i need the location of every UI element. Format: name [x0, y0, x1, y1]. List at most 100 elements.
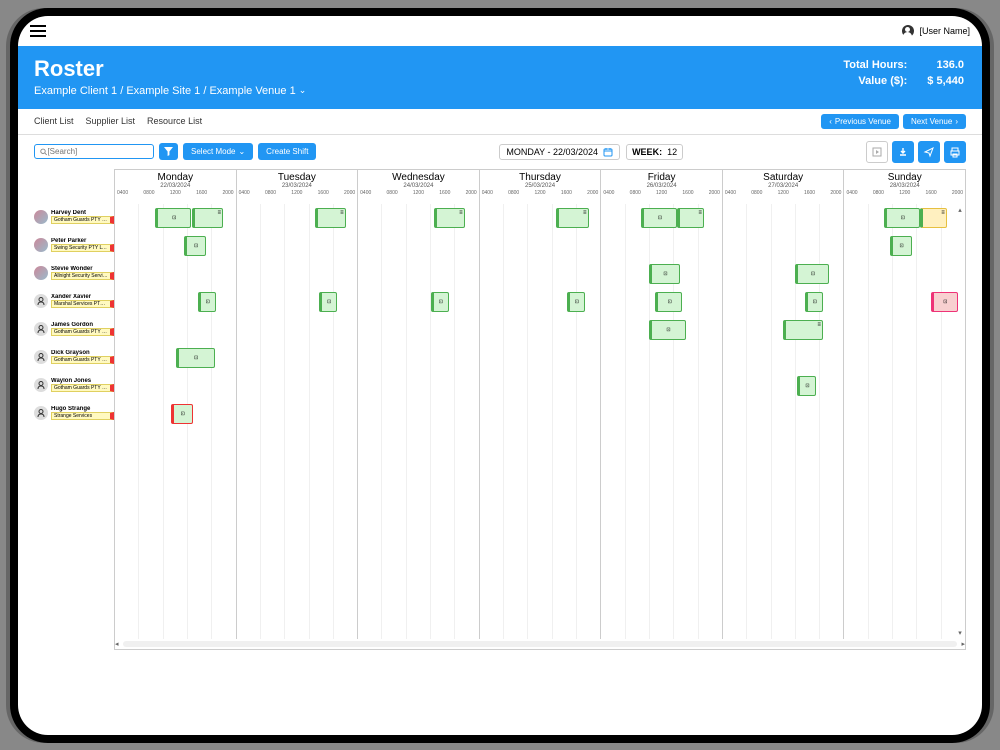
scroll-up-icon: ▴: [958, 206, 962, 214]
tab-resource-list[interactable]: Resource List: [147, 116, 202, 126]
calendar-icon: [603, 147, 613, 157]
shift-block[interactable]: ⊡: [171, 404, 193, 424]
avatar: [34, 238, 48, 252]
hamburger-icon[interactable]: [30, 25, 46, 37]
shift-block[interactable]: ⊡: [805, 292, 823, 312]
download-button[interactable]: [892, 141, 914, 163]
avatar: [34, 322, 48, 336]
subnav-tabs: Client List Supplier List Resource List: [34, 116, 202, 126]
shift-block[interactable]: ≡: [556, 208, 589, 228]
shift-block[interactable]: ⊡: [797, 376, 815, 396]
toolbar: Select Mode ⌄ Create Shift MONDAY - 22/0…: [18, 135, 982, 169]
user-avatar-icon: [902, 25, 914, 37]
shift-block[interactable]: ⊡: [884, 208, 920, 228]
schedule-area[interactable]: Monday22/03/202404000800120016002000Tues…: [114, 169, 966, 650]
avatar: [34, 406, 48, 420]
select-mode-button[interactable]: Select Mode ⌄: [183, 143, 253, 160]
week-picker[interactable]: WEEK: 12: [626, 144, 683, 160]
app-screen: [User Name] Roster Example Client 1 / Ex…: [18, 16, 982, 735]
shift-block[interactable]: ≡: [783, 320, 823, 340]
download-icon: [897, 146, 909, 158]
shift-block[interactable]: ⊡: [567, 292, 585, 312]
breadcrumb[interactable]: Example Client 1 / Example Site 1 / Exam…: [34, 85, 306, 97]
vertical-scrollbar[interactable]: ▴▾: [955, 204, 965, 639]
page-title: Roster: [34, 56, 306, 82]
filter-button[interactable]: [159, 143, 178, 160]
day-header: Thursday25/03/202404000800120016002000: [480, 170, 602, 204]
avatar: [34, 350, 48, 364]
resource-row[interactable]: Xander XavierMarshal Services PTY LTD: [34, 287, 114, 315]
tab-supplier-list[interactable]: Supplier List: [86, 116, 136, 126]
shift-block[interactable]: ⊡: [319, 292, 337, 312]
day-header: Tuesday23/03/202404000800120016002000: [237, 170, 359, 204]
shift-block[interactable]: ⊡: [198, 292, 216, 312]
resource-row[interactable]: Harvey DentGotham Guards PTY LTD: [34, 203, 114, 231]
horizontal-scrollbar[interactable]: ◂ ▸: [115, 639, 965, 649]
subnav: Client List Supplier List Resource List …: [18, 109, 982, 135]
resource-company: Gotham Guards PTY LTD: [51, 356, 114, 364]
user-name: [User Name]: [919, 26, 970, 36]
resource-row[interactable]: Peter ParkerSwing Security PTY LTD: [34, 231, 114, 259]
send-button[interactable]: [918, 141, 940, 163]
shift-block[interactable]: ⊡: [184, 236, 206, 256]
day-header: Wednesday24/03/202404000800120016002000: [358, 170, 480, 204]
shift-block[interactable]: ≡: [677, 208, 704, 228]
page-header: Roster Example Client 1 / Example Site 1…: [18, 46, 982, 109]
schedule-grid: Harvey DentGotham Guards PTY LTDPeter Pa…: [18, 169, 982, 650]
search-input[interactable]: [34, 144, 154, 159]
shift-block[interactable]: ⊡: [176, 348, 215, 368]
create-shift-button[interactable]: Create Shift: [258, 143, 316, 160]
resource-column: Harvey DentGotham Guards PTY LTDPeter Pa…: [34, 169, 114, 650]
shift-block[interactable]: ≡: [315, 208, 345, 228]
resource-company: Gotham Guards PTY LTD: [51, 384, 114, 392]
scroll-down-icon: ▾: [958, 629, 962, 637]
next-venue-button[interactable]: Next Venue ›: [903, 114, 966, 129]
shift-block[interactable]: ≡: [434, 208, 464, 228]
top-navbar: [User Name]: [18, 16, 982, 46]
print-button[interactable]: [944, 141, 966, 163]
shift-block[interactable]: ⊡: [655, 292, 682, 312]
header-stats: Total Hours:136.0 Value ($):$ 5,440: [823, 56, 966, 90]
resource-company: Gotham Guards PTY LTD: [51, 216, 114, 224]
shift-block[interactable]: ⊡: [641, 208, 677, 228]
day-header: Friday26/03/202404000800120016002000: [601, 170, 723, 204]
schedule-body: ⊡≡≡≡≡⊡≡⊡≡⊡⊡⊡⊡⊡⊡⊡⊡⊡⊡⊡⊡≡⊡⊡⊡ ▴▾: [115, 204, 965, 639]
shift-block[interactable]: ⊡: [649, 264, 679, 284]
export-button[interactable]: [866, 141, 888, 163]
shift-block[interactable]: ≡: [192, 208, 224, 228]
send-icon: [923, 146, 935, 158]
filter-icon: [164, 147, 173, 156]
date-picker[interactable]: MONDAY - 22/03/2024: [499, 144, 620, 160]
prev-venue-button[interactable]: ‹ Previous Venue: [821, 114, 899, 129]
avatar: [34, 294, 48, 308]
tab-client-list[interactable]: Client List: [34, 116, 74, 126]
user-menu[interactable]: [User Name]: [902, 25, 970, 37]
resource-row[interactable]: Dick GraysonGotham Guards PTY LTD: [34, 343, 114, 371]
scroll-right-icon: ▸: [961, 640, 965, 648]
shift-block[interactable]: ⊡: [795, 264, 829, 284]
day-header: Sunday28/03/202404000800120016002000: [844, 170, 965, 204]
resource-company: Gotham Guards PTY LTD: [51, 328, 114, 336]
avatar: [34, 210, 48, 224]
export-icon: [871, 146, 883, 158]
scroll-track: [123, 641, 958, 647]
avatar: [34, 378, 48, 392]
resource-row[interactable]: James GordonGotham Guards PTY LTD: [34, 315, 114, 343]
resource-row[interactable]: Stevie WonderAllnight Security Services: [34, 259, 114, 287]
resource-company: Allnight Security Services: [51, 272, 114, 280]
chevron-down-icon: ⌄: [299, 85, 307, 96]
shift-block[interactable]: ⊡: [431, 292, 449, 312]
resource-row[interactable]: Hugo StrangeStrange Services: [34, 399, 114, 427]
resource-row[interactable]: Waylon JonesGotham Guards PTY LTD: [34, 371, 114, 399]
print-icon: [949, 146, 961, 158]
search-icon: [40, 148, 47, 156]
resource-company: Strange Services: [51, 412, 114, 420]
day-header: Saturday27/03/202404000800120016002000: [723, 170, 845, 204]
shift-block[interactable]: ⊡: [649, 320, 685, 340]
shift-block[interactable]: ≡: [920, 208, 947, 228]
shift-block[interactable]: ⊡: [890, 236, 912, 256]
scroll-left-icon: ◂: [115, 640, 119, 648]
shift-block[interactable]: ⊡: [931, 292, 958, 312]
shift-block[interactable]: ⊡: [155, 208, 191, 228]
resource-company: Swing Security PTY LTD: [51, 244, 114, 252]
